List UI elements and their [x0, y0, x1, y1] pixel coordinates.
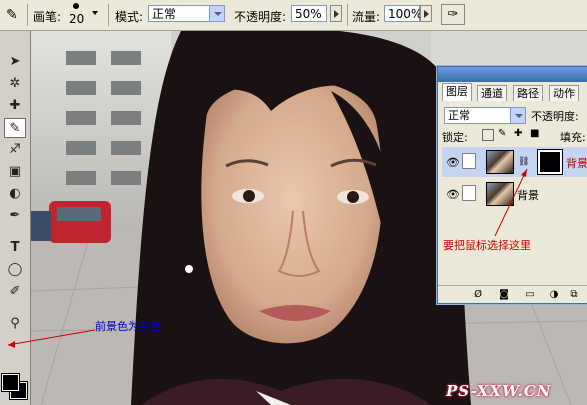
- visibility-eye-icon[interactable]: 👁: [446, 188, 460, 201]
- layer-name[interactable]: 背景: [566, 155, 587, 171]
- tab-actions[interactable]: 动作: [549, 85, 579, 101]
- adjustment-layer-icon[interactable]: ◑: [548, 289, 560, 301]
- mode-dropdown-icon[interactable]: [209, 5, 225, 22]
- layers-panel: 图层 通道 路径 动作 正常 不透明度: 锁定: ✎ ✚ ■ 填充: 👁 ⛓ 背…: [437, 66, 587, 304]
- lock-label: 锁定:: [442, 131, 468, 144]
- healing-brush-icon[interactable]: ✚: [4, 96, 26, 116]
- zoom-tool-icon[interactable]: ⚲: [4, 314, 26, 334]
- type-tool-icon[interactable]: T: [4, 238, 26, 258]
- brush-label: 画笔:: [33, 10, 62, 24]
- mask-instruction-note: 要把鼠标选择这里: [443, 239, 531, 252]
- move-tool-icon[interactable]: ➤: [4, 52, 26, 72]
- brush-size: 20: [69, 12, 85, 26]
- panel-footer: Ø ◙ ▭ ◑ ⧉: [438, 285, 587, 304]
- layer-link-box[interactable]: [462, 185, 476, 201]
- dodge-tool-icon[interactable]: ◐: [4, 184, 26, 204]
- foreground-color-swatch[interactable]: [1, 373, 20, 392]
- layer-opacity-label: 不透明度:: [531, 110, 579, 123]
- history-brush-icon[interactable]: ♐: [4, 140, 26, 160]
- opacity-input[interactable]: 50%: [291, 5, 327, 22]
- flow-label: 流量:: [352, 10, 381, 24]
- fill-label: 填充:: [560, 131, 586, 144]
- panel-tabs: 图层 通道 路径 动作: [438, 83, 587, 101]
- layer-thumbnail[interactable]: [486, 150, 514, 174]
- lock-position-icon[interactable]: ✚: [514, 129, 524, 139]
- lock-transparency-icon[interactable]: [482, 129, 494, 141]
- mode-select[interactable]: 正常: [148, 5, 210, 22]
- mask-link-icon[interactable]: ⛓: [518, 157, 529, 167]
- airbrush-icon[interactable]: ✑: [441, 4, 465, 25]
- layer-thumbnail[interactable]: [486, 182, 514, 206]
- site-watermark: PS-XXW.CN: [446, 382, 552, 400]
- mode-label: 模式:: [115, 10, 144, 24]
- panel-titlebar[interactable]: [438, 67, 587, 82]
- lock-pixels-icon[interactable]: ✎: [498, 129, 508, 139]
- tab-paths[interactable]: 路径: [513, 85, 543, 101]
- gradient-tool-icon[interactable]: ▣: [4, 162, 26, 182]
- layer-style-icon[interactable]: Ø: [472, 289, 484, 301]
- tab-channels[interactable]: 通道: [477, 85, 507, 101]
- ellipse-tool-icon[interactable]: ◯: [4, 260, 26, 280]
- brush-preview-icon[interactable]: [73, 3, 79, 9]
- pen-tool-icon[interactable]: ✒: [4, 206, 26, 226]
- layer-row[interactable]: 👁 ⛓ 背景: [442, 147, 587, 177]
- layer-link-box[interactable]: [462, 153, 476, 169]
- lock-all-icon[interactable]: ■: [530, 129, 540, 139]
- magic-wand-icon[interactable]: ✲: [4, 74, 26, 94]
- layer-mask-thumbnail[interactable]: [537, 149, 563, 175]
- visibility-eye-icon[interactable]: 👁: [446, 156, 460, 169]
- divider: [27, 4, 28, 26]
- layer-name[interactable]: 背景: [517, 187, 539, 203]
- new-group-icon[interactable]: ▭: [524, 289, 536, 301]
- brush-tool-icon[interactable]: ✎: [4, 118, 26, 138]
- add-mask-icon[interactable]: ◙: [498, 289, 510, 301]
- tab-layers[interactable]: 图层: [442, 83, 472, 101]
- opacity-slider-button[interactable]: [330, 5, 342, 22]
- eyedropper-icon[interactable]: ✐: [4, 282, 26, 302]
- flow-input[interactable]: 100%: [384, 5, 422, 22]
- new-layer-icon[interactable]: ⧉: [568, 289, 580, 301]
- flow-slider-button[interactable]: [420, 5, 432, 22]
- layer-row[interactable]: 👁 背景: [442, 179, 587, 209]
- blend-mode-dropdown-icon[interactable]: [510, 107, 526, 124]
- tool-preset-icon[interactable]: ✎: [6, 6, 24, 24]
- toolbox: ➤ ✲ ✚ ✎ ♐ ▣ ◐ ✒ T ◯ ✐ ⚲: [0, 31, 31, 405]
- divider: [108, 4, 109, 26]
- options-bar: ✎ 画笔: 20 模式: 正常 不透明度: 50% 流量: 100% ✑: [0, 0, 587, 31]
- divider: [347, 4, 348, 26]
- foreground-color-note: 前景色为白色: [95, 320, 161, 333]
- brush-dropdown-icon[interactable]: [92, 11, 98, 15]
- opacity-label: 不透明度:: [234, 10, 287, 24]
